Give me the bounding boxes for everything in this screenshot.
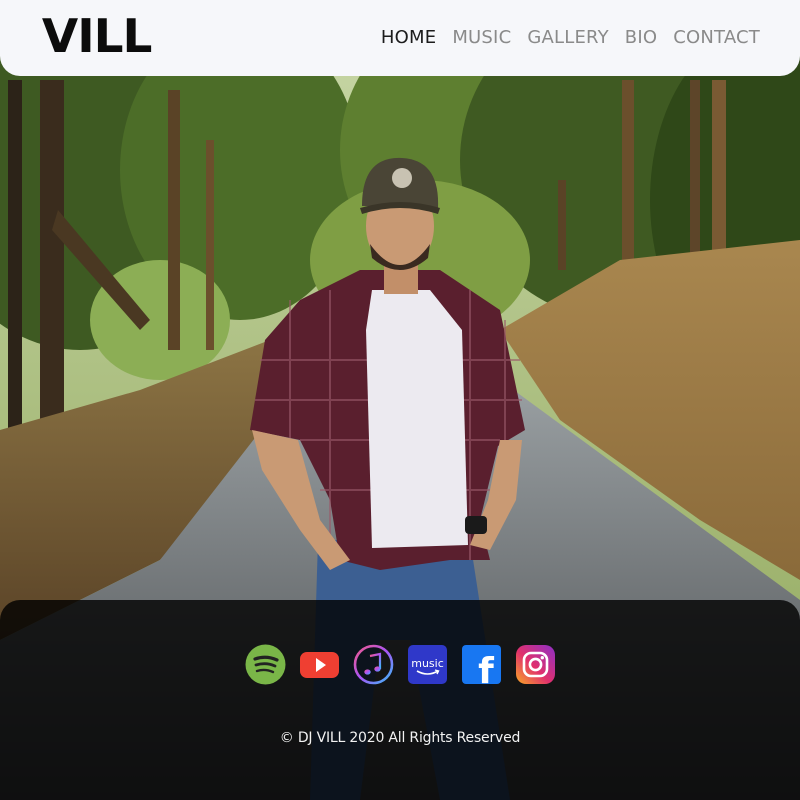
nav-bio[interactable]: BIO	[625, 27, 657, 49]
nav-contact[interactable]: CONTACT	[673, 27, 760, 49]
nav-home[interactable]: HOME	[381, 27, 436, 49]
site-header: VILL HOME MUSIC GALLERY BIO CONTACT	[0, 0, 800, 76]
amazon-music-label: music	[411, 657, 444, 670]
amazon-music-icon[interactable]: music	[407, 644, 448, 685]
facebook-icon[interactable]: f	[461, 644, 502, 685]
main-nav: HOME MUSIC GALLERY BIO CONTACT	[381, 27, 760, 49]
nav-gallery[interactable]: GALLERY	[527, 27, 608, 49]
nav-music[interactable]: MUSIC	[452, 27, 511, 49]
facebook-letter: f	[478, 651, 494, 685]
youtube-icon[interactable]	[299, 644, 340, 685]
instagram-icon[interactable]	[515, 644, 556, 685]
spotify-icon[interactable]	[245, 644, 286, 685]
social-links: music f	[245, 644, 556, 685]
site-logo[interactable]: VILL	[42, 9, 153, 63]
site-footer: music f © DJ VILL 2020 All Rights Reserv…	[0, 600, 800, 800]
copyright-text: © DJ VILL 2020 All Rights Reserved	[279, 730, 521, 746]
apple-music-icon[interactable]	[353, 644, 394, 685]
